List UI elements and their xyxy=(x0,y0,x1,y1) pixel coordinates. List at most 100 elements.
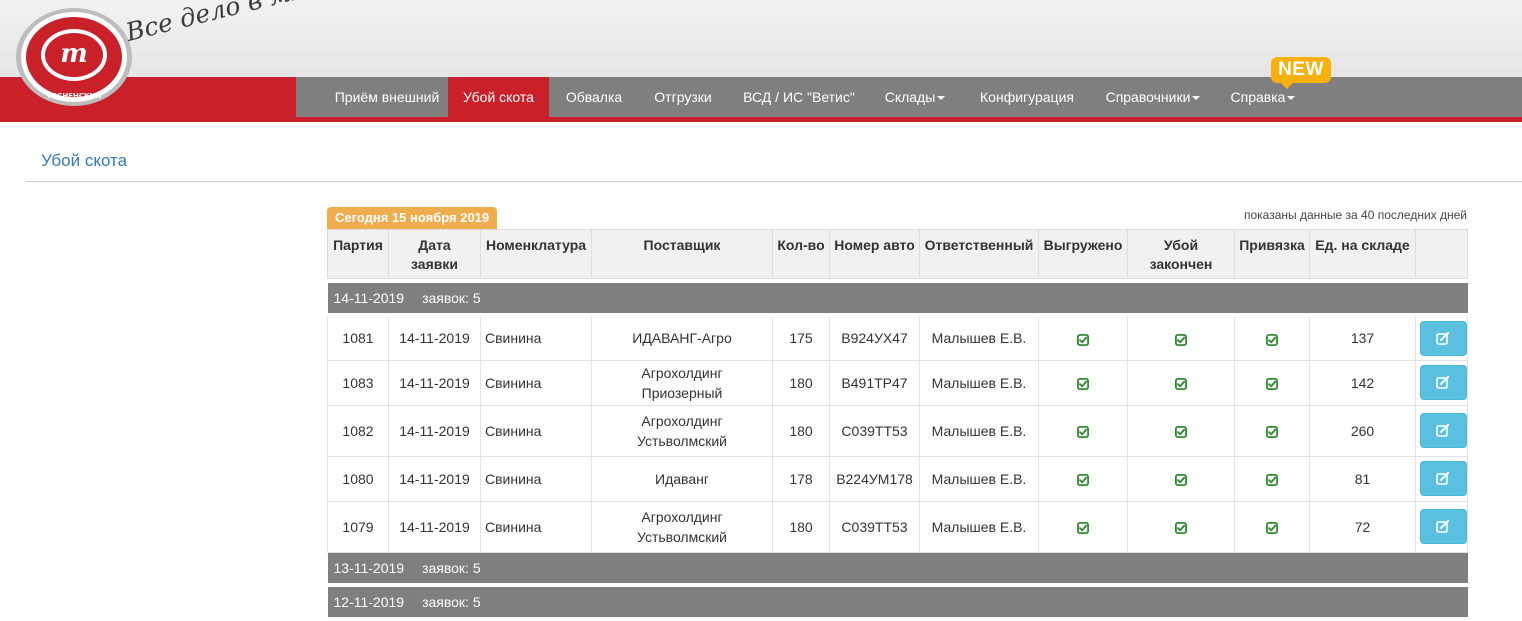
cell-nomenclature: Свинина xyxy=(480,359,592,406)
cell-linked xyxy=(1234,359,1310,406)
cell-party: 1083 xyxy=(327,359,389,406)
group-row[interactable]: 14-11-2019 заявок: 5 xyxy=(327,283,1468,317)
cell-nomenclature: Свинина xyxy=(480,455,592,502)
nav-item-slaughter[interactable]: Убой скота xyxy=(448,77,549,117)
col-header-stock-units: Ед. на складе xyxy=(1309,229,1416,279)
cell-qty: 178 xyxy=(772,455,830,502)
check-square-icon xyxy=(1266,330,1278,346)
cell-slaughter-done xyxy=(1127,359,1235,406)
cell-party: 1081 xyxy=(327,314,389,361)
cell-car: В491ТР47 xyxy=(829,359,920,406)
cell-responsible: Малышев Е.В. xyxy=(919,314,1039,361)
table-row: 1080 14-11-2019 Свинина Идаванг 178 В224УМ178… xyxy=(327,455,1468,502)
group-count: заявок: 5 xyxy=(422,593,481,610)
edit-button[interactable] xyxy=(1420,365,1467,400)
cell-date: 14-11-2019 xyxy=(388,455,481,502)
period-note: показаны данные за 40 последних дней xyxy=(1244,208,1467,222)
col-header-nomenclature: Номенклатура xyxy=(480,229,592,279)
chevron-down-icon xyxy=(1192,96,1201,101)
cell-responsible: Малышев Е.В. xyxy=(919,455,1039,502)
cell-car: В924УХ47 xyxy=(829,314,920,361)
svg-text:m: m xyxy=(60,39,88,69)
check-square-icon xyxy=(1077,375,1089,391)
cell-supplier: Агрохолдинг Устьволмский xyxy=(591,404,773,457)
cell-stock: 81 xyxy=(1309,455,1416,502)
col-header-responsible: Ответственный xyxy=(919,229,1039,279)
edit-button[interactable] xyxy=(1420,413,1467,448)
chevron-down-icon xyxy=(1287,96,1296,101)
edit-button[interactable] xyxy=(1420,509,1467,544)
check-square-icon xyxy=(1175,330,1187,346)
nav-item-vsd-vetis[interactable]: ВСД / ИС "Ветис" xyxy=(734,77,864,117)
check-square-icon xyxy=(1175,471,1187,487)
divider xyxy=(26,181,1522,182)
cell-car: В224УМ178 xyxy=(829,455,920,502)
check-square-icon xyxy=(1175,375,1187,391)
cell-party: 1080 xyxy=(327,455,389,502)
cell-slaughter-done xyxy=(1127,404,1235,457)
group-row[interactable]: 13-11-2019 заявок: 5 xyxy=(327,552,1468,587)
col-header-supplier: Поставщик xyxy=(591,229,773,279)
col-header-car-number: Номер авто xyxy=(829,229,920,279)
svg-text:ТОСНЕНСКИЙ: ТОСНЕНСКИЙ xyxy=(47,91,102,100)
edit-button[interactable] xyxy=(1420,320,1467,356)
group-count: заявок: 5 xyxy=(422,290,481,306)
table-row: 1081 14-11-2019 Свинина ИДАВАНГ-Агро 175 В924… xyxy=(327,314,1468,361)
cell-linked xyxy=(1234,500,1310,553)
cell-supplier: Идаванг xyxy=(591,455,773,502)
chevron-down-icon xyxy=(937,96,946,101)
cell-car: С039ТТ53 xyxy=(829,404,920,457)
cell-stock: 72 xyxy=(1309,500,1416,553)
table-row: 1082 14-11-2019 Свинина Агрохолдинг Устьвол… xyxy=(327,404,1468,457)
group-header[interactable]: 14-11-2019 заявок: 5 xyxy=(327,283,1468,317)
cell-stock: 142 xyxy=(1309,359,1416,406)
new-badge: NEW xyxy=(1271,57,1331,89)
group-header[interactable]: 12-11-2019 заявок: 5 xyxy=(327,584,1468,621)
group-date: 13-11-2019 xyxy=(333,559,405,576)
cell-stock: 137 xyxy=(1309,314,1416,361)
col-header-linked: Привязка xyxy=(1234,229,1310,279)
cell-linked xyxy=(1234,404,1310,457)
nav-item-configuration[interactable]: Конфигурация xyxy=(972,77,1082,117)
cell-responsible: Малышев Е.В. xyxy=(919,404,1039,457)
check-square-icon xyxy=(1077,330,1089,346)
cell-unloaded xyxy=(1038,500,1128,553)
edit-button[interactable] xyxy=(1420,461,1467,496)
nav-item-deboning[interactable]: Обвалка xyxy=(552,77,636,117)
cell-nomenclature: Свинина xyxy=(480,314,592,361)
group-header[interactable]: 13-11-2019 заявок: 5 xyxy=(327,552,1468,587)
cell-actions xyxy=(1415,359,1468,406)
cell-unloaded xyxy=(1038,455,1128,502)
cell-party: 1082 xyxy=(327,404,389,457)
cell-stock: 260 xyxy=(1309,404,1416,457)
col-header-request-date: Дата заявки xyxy=(388,229,481,279)
nav-item-external-intake[interactable]: Приём внешний xyxy=(311,77,463,117)
group-count: заявок: 5 xyxy=(422,559,481,576)
cell-actions xyxy=(1415,314,1468,361)
check-square-icon xyxy=(1077,423,1089,439)
page-title: Убой скота xyxy=(41,151,128,170)
cell-date: 14-11-2019 xyxy=(388,500,481,553)
cell-car: С039ТТ53 xyxy=(829,500,920,553)
col-header-unloaded: Выгружено xyxy=(1038,229,1128,279)
table-row: 1083 14-11-2019 Свинина Агрохолдинг Приозер… xyxy=(327,359,1468,406)
today-label: Сегодня 15 ноября 2019 xyxy=(327,207,498,229)
main-nav: Приём внешний Убой скота Обвалка Отгрузк… xyxy=(296,77,1522,117)
group-date: 14-11-2019 xyxy=(333,290,405,306)
cell-slaughter-done xyxy=(1127,314,1235,361)
group-row[interactable]: 12-11-2019 заявок: 5 xyxy=(327,584,1468,621)
check-square-icon xyxy=(1175,519,1187,535)
cell-unloaded xyxy=(1038,314,1128,361)
nav-item-references[interactable]: Справочники xyxy=(1101,77,1205,117)
cell-linked xyxy=(1234,455,1310,502)
cell-responsible: Малышев Е.В. xyxy=(919,359,1039,406)
col-header-slaughter-done: Убой закончен xyxy=(1127,229,1235,279)
cell-qty: 180 xyxy=(772,359,830,406)
cell-supplier: Агрохолдинг Устьволмский xyxy=(591,500,773,553)
cell-unloaded xyxy=(1038,359,1128,406)
col-header-actions xyxy=(1415,229,1468,279)
nav-item-shipments[interactable]: Отгрузки xyxy=(640,77,726,117)
nav-item-warehouses[interactable]: Склады xyxy=(880,77,950,117)
cell-actions xyxy=(1415,455,1468,502)
cell-supplier: ИДАВАНГ-Агро xyxy=(591,314,773,361)
